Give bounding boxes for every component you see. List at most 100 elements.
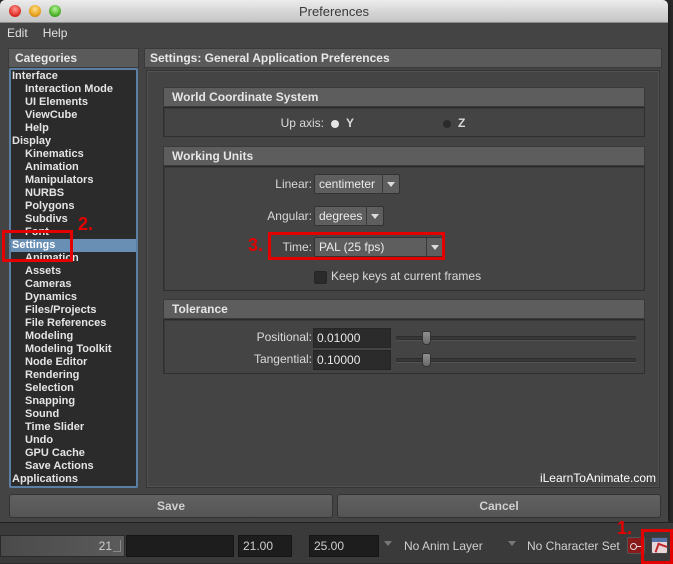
settings-panel: World Coordinate System Up axis: Y Z Wor… [146,70,660,488]
up-axis-label: Up axis: [280,116,324,130]
world-coordinate-frame: Up axis: Y Z [163,107,645,137]
annotation-step-3: 3. [248,235,264,255]
category-item[interactable]: Interaction Mode [11,83,136,96]
auto-key-icon[interactable] [627,537,645,554]
range-end-field[interactable]: 25.00 [309,535,379,557]
character-set-selector[interactable]: No Character Set [523,535,623,557]
preferences-window: Preferences Edit Help Categories Interfac… [0,0,668,522]
keep-keys-checkbox[interactable] [314,271,327,284]
category-item[interactable]: GPU Cache [11,447,136,460]
category-item[interactable]: Help [11,122,136,135]
category-item[interactable]: Polygons [11,200,136,213]
maya-status-bar: 21 21.00 25.00 No Anim Layer No Characte… [0,518,673,564]
category-item[interactable]: Cameras [11,278,136,291]
category-item[interactable]: Modeling [11,330,136,343]
category-item[interactable]: Font [11,226,136,239]
close-window-button[interactable] [9,5,21,17]
world-coordinate-frame-header[interactable]: World Coordinate System [163,87,645,107]
category-item[interactable]: Selection [11,382,136,395]
chevron-down-icon [426,238,443,256]
watermark-text: iLearnToAnimate.com [539,471,656,485]
linear-units-dropdown[interactable]: centimeter [314,174,400,194]
current-frame-field[interactable]: 21 [0,535,125,557]
window-title: Preferences [298,4,370,19]
character-set-dropdown-icon[interactable] [508,541,516,546]
save-button[interactable]: Save [9,494,333,518]
category-item[interactable]: Node Editor [11,356,136,369]
menu-edit[interactable]: Edit [0,23,34,44]
category-item[interactable]: Files/Projects [11,304,136,317]
categories-header: Categories [8,48,139,68]
tangential-slider-handle[interactable] [422,353,432,367]
category-item[interactable]: Modeling Toolkit [11,343,136,356]
tolerance-frame-header[interactable]: Tolerance [163,299,645,319]
category-item[interactable]: ViewCube [11,109,136,122]
tolerance-frame: Positional: 0.01000 Tangential: 0.10000 [163,319,645,374]
category-item[interactable]: Subdivs [11,213,136,226]
animation-preferences-icon[interactable] [651,537,668,554]
positional-label: Positional: [256,330,312,344]
current-frame-value: 21 [98,539,112,553]
chevron-down-icon [366,207,383,225]
time-units-dropdown[interactable]: PAL (25 fps) [314,237,444,257]
working-units-frame: Linear: centimeter Angular: degrees Time… [163,166,645,291]
time-units-value: PAL (25 fps) [319,240,385,254]
category-item[interactable]: Manipulators [11,174,136,187]
working-units-title: Working Units [172,149,254,163]
range-start-field[interactable]: 21.00 [238,535,292,557]
tangential-label: Tangential: [253,352,312,366]
cancel-button[interactable]: Cancel [337,494,661,518]
menu-help[interactable]: Help [34,23,74,44]
angular-units-value: degrees [319,209,363,223]
category-item[interactable]: File References [11,317,136,330]
category-item[interactable]: Assets [11,265,136,278]
category-item[interactable]: Settings [11,239,136,252]
timeline-empty-field [126,535,234,557]
tangential-slider[interactable] [396,358,636,362]
up-axis-y-radio[interactable] [331,120,339,128]
category-item[interactable]: Snapping [11,395,136,408]
menu-bar: Edit Help [0,23,668,45]
linear-units-value: centimeter [319,177,376,191]
linear-label: Linear: [275,177,312,191]
category-item[interactable]: Dynamics [11,291,136,304]
minimize-window-button[interactable] [29,5,41,17]
up-axis-y-label: Y [346,116,355,130]
category-item[interactable]: Animation [11,252,136,265]
category-item[interactable]: Kinematics [11,148,136,161]
category-item[interactable]: UI Elements [11,96,136,109]
title-bar: Preferences [0,0,668,23]
chevron-down-icon [382,175,399,193]
working-units-frame-header[interactable]: Working Units [163,146,645,166]
category-item[interactable]: Sound [11,408,136,421]
angular-units-dropdown[interactable]: degrees [314,206,384,226]
anim-layer-selector[interactable]: No Anim Layer [400,535,498,557]
category-item[interactable]: Undo [11,434,136,447]
up-axis-z-label: Z [458,116,466,130]
tangential-input[interactable]: 0.10000 [313,350,391,370]
category-item[interactable]: Interface [11,70,136,83]
category-item[interactable]: Applications [11,473,136,486]
positional-slider-handle[interactable] [422,331,432,345]
anim-layer-dropdown-icon[interactable] [384,541,392,546]
category-item[interactable]: Time Slider [11,421,136,434]
categories-list[interactable]: Interface Interaction Mode UI Elements View… [9,68,138,488]
annotation-step-1: 1. [617,518,633,538]
annotation-step-2: 2. [78,214,94,234]
keep-keys-label: Keep keys at current frames [331,269,482,283]
category-item[interactable]: Animation [11,161,136,174]
positional-slider[interactable] [396,336,636,340]
angular-label: Angular: [267,209,312,223]
zoom-window-button[interactable] [49,5,61,17]
settings-header: Settings: General Application Preference… [144,48,662,68]
category-item[interactable]: Save Actions [11,460,136,473]
category-item[interactable]: Display [11,135,136,148]
world-coordinate-title: World Coordinate System [172,90,319,104]
up-axis-z-radio[interactable] [443,120,451,128]
time-label: Time: [282,240,312,254]
category-item[interactable]: Rendering [11,369,136,382]
tolerance-title: Tolerance [172,302,228,316]
positional-input[interactable]: 0.01000 [313,328,391,348]
frame-notch-icon [113,540,121,552]
category-item[interactable]: NURBS [11,187,136,200]
